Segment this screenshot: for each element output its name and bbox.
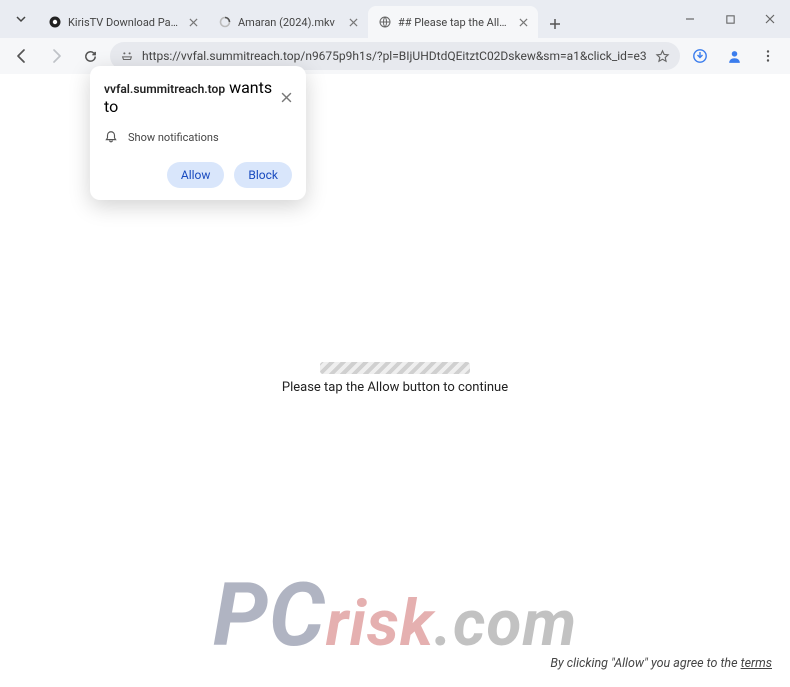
download-icon[interactable] [686,42,714,70]
bell-icon [104,130,118,144]
block-button[interactable]: Block [234,162,292,188]
close-icon[interactable] [281,92,292,103]
site-info-icon[interactable] [120,49,134,63]
progress-bar [320,362,470,374]
profile-icon[interactable] [720,42,748,70]
tab-strip: KirisTV Download Page — Kiris Amaran (20… [38,0,568,38]
close-icon[interactable] [516,15,530,29]
url-input[interactable] [142,49,647,63]
spinner-icon [218,15,232,29]
prompt-title: vvfal.summitreach.top wants to [104,78,281,116]
favicon-circle-icon [48,15,62,29]
tab-title: KirisTV Download Page — Kiris [68,16,180,29]
close-icon[interactable] [346,15,360,29]
permission-label: Show notifications [128,131,219,144]
new-tab-button[interactable] [542,11,568,37]
menu-icon[interactable] [754,42,782,70]
star-icon[interactable] [655,49,670,64]
globe-icon [378,15,392,29]
close-window-button[interactable] [750,0,790,38]
center-message: Please tap the Allow button to continue [0,362,790,395]
close-icon[interactable] [186,15,200,29]
tab-0[interactable]: KirisTV Download Page — Kiris [38,6,208,38]
tab-title: Amaran (2024).mkv [238,16,340,29]
forward-button[interactable] [42,42,70,70]
allow-button[interactable]: Allow [167,162,225,188]
back-button[interactable] [8,42,36,70]
tabs-search-caret[interactable] [6,4,36,34]
window-controls [670,0,790,38]
footer-consent-text: By clicking "Allow" you agree to the ter… [550,656,772,671]
tab-title: ## Please tap the Allow button [398,16,510,29]
tab-2-active[interactable]: ## Please tap the Allow button [368,6,538,38]
terms-link[interactable]: terms [741,656,772,671]
minimize-button[interactable] [670,0,710,38]
titlebar: KirisTV Download Page — Kiris Amaran (20… [0,0,790,38]
maximize-button[interactable] [710,0,750,38]
notification-permission-prompt: vvfal.summitreach.top wants to Show noti… [90,66,306,200]
please-allow-text: Please tap the Allow button to continue [0,380,790,395]
tab-1[interactable]: Amaran (2024).mkv [208,6,368,38]
watermark: PCrisk.com [0,564,790,667]
